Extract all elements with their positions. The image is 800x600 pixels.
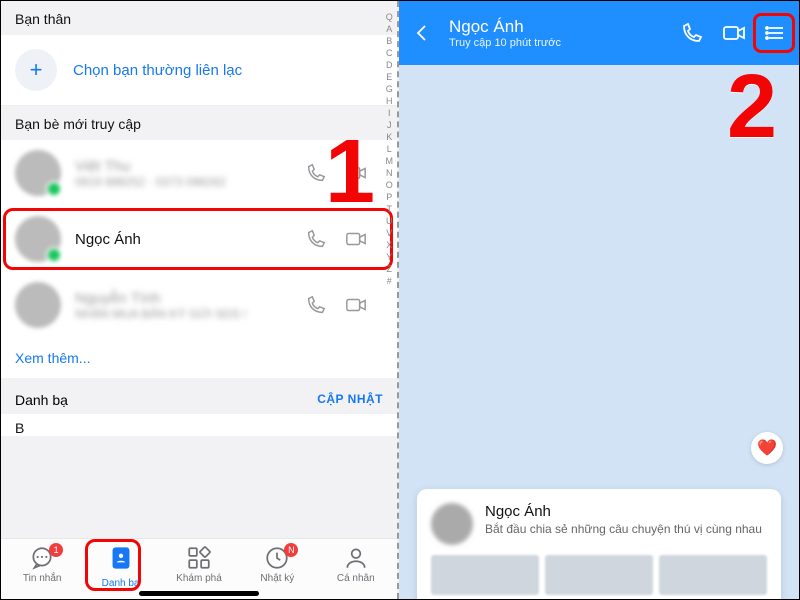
- share-thumb: [431, 555, 539, 595]
- chat-status: Truy cập 10 phút trước: [449, 37, 671, 49]
- contacts-screen: Bạn thân + Chọn bạn thường liên lạc Bạn …: [1, 1, 399, 599]
- chat-body: ❤️ Ngọc Ánh Bắt đầu chia sẻ những câu ch…: [399, 65, 799, 599]
- index-letter[interactable]: Q: [386, 11, 393, 23]
- video-call-button[interactable]: [719, 18, 749, 48]
- index-letter[interactable]: D: [386, 59, 393, 71]
- explore-icon: [186, 545, 212, 571]
- contact-name: Việt Thu: [75, 158, 291, 175]
- tab-label: Cá nhân: [337, 573, 375, 584]
- contact-row[interactable]: Việt Thu 0919 888252 · 0373 098262: [1, 140, 397, 206]
- index-letter[interactable]: X: [386, 239, 392, 251]
- index-letter[interactable]: O: [386, 179, 393, 191]
- avatar: [15, 216, 61, 262]
- share-card-name: Ngọc Ánh: [485, 503, 767, 520]
- tab-label: Danh bạ: [102, 578, 140, 589]
- tab-contacts[interactable]: Danh bạ: [86, 545, 156, 589]
- chat-title: Ngọc Ánh: [449, 17, 671, 37]
- index-letter[interactable]: Z: [387, 263, 393, 275]
- phone-icon[interactable]: [305, 294, 327, 316]
- avatar: [15, 282, 61, 328]
- index-letter[interactable]: K: [386, 131, 392, 143]
- index-letter[interactable]: L: [387, 143, 392, 155]
- contact-sub: 0919 888252 · 0373 098262: [75, 175, 291, 189]
- add-frequent-label: Chọn bạn thường liên lạc: [73, 62, 242, 79]
- video-icon[interactable]: [345, 228, 367, 250]
- index-letter[interactable]: M: [386, 155, 394, 167]
- index-letter[interactable]: P: [386, 191, 392, 203]
- see-more-link[interactable]: Xem thêm...: [1, 338, 397, 378]
- share-card-sub: Bắt đầu chia sẻ những câu chuyện thú vị …: [485, 522, 767, 538]
- contact-sub: NHẬN MUA BẢN KÝ GỬI SDS !: [75, 307, 291, 321]
- index-letter[interactable]: E: [386, 71, 392, 83]
- tab-me[interactable]: Cá nhân: [321, 545, 391, 584]
- voice-call-button[interactable]: [677, 18, 707, 48]
- contact-name: Nguyễn Tính: [75, 290, 291, 307]
- index-letter[interactable]: Y: [386, 251, 392, 263]
- tab-diary[interactable]: N Nhật ký: [242, 545, 312, 584]
- share-thumb: [545, 555, 653, 595]
- alpha-index[interactable]: QABCDEGHIJKLMNOPTUVXYZ#: [386, 11, 394, 287]
- messages-badge: 1: [49, 543, 63, 557]
- plus-icon: +: [15, 49, 57, 91]
- index-letter[interactable]: C: [386, 47, 393, 59]
- back-button[interactable]: [407, 18, 437, 48]
- person-icon: [343, 545, 369, 571]
- chat-screen: Ngọc Ánh Truy cập 10 phút trước ❤️ Ngọc …: [399, 1, 799, 599]
- avatar: [15, 150, 61, 196]
- index-letter[interactable]: H: [386, 95, 393, 107]
- avatar: [431, 503, 473, 545]
- heart-reaction[interactable]: ❤️: [751, 432, 783, 464]
- tab-messages[interactable]: 1 Tin nhắn: [7, 545, 77, 584]
- contacts-icon: [108, 545, 134, 576]
- index-letter[interactable]: I: [388, 107, 391, 119]
- index-letter[interactable]: B: [386, 35, 392, 47]
- index-letter[interactable]: V: [386, 227, 392, 239]
- phone-icon[interactable]: [305, 162, 327, 184]
- all-contacts-label: Danh bạ: [15, 392, 68, 408]
- update-link[interactable]: CẬP NHẬT: [317, 392, 383, 408]
- index-letter[interactable]: G: [386, 83, 393, 95]
- tab-label: Tin nhắn: [23, 573, 62, 584]
- tab-explore[interactable]: Khám phá: [164, 545, 234, 584]
- index-letter[interactable]: N: [386, 167, 393, 179]
- chat-header: Ngọc Ánh Truy cập 10 phút trước: [399, 1, 799, 65]
- menu-button[interactable]: [761, 18, 791, 48]
- diary-badge: N: [284, 543, 298, 557]
- index-letter[interactable]: #: [387, 275, 392, 287]
- section-recent-friends: Bạn bè mới truy cập: [1, 106, 397, 140]
- contact-name: Ngọc Ánh: [75, 231, 291, 248]
- tab-label: Nhật ký: [260, 573, 294, 584]
- index-letter[interactable]: J: [387, 119, 392, 131]
- section-all-contacts: Danh bạ CẬP NHẬT: [1, 378, 397, 414]
- add-frequent-contact-row[interactable]: + Chọn bạn thường liên lạc: [1, 35, 397, 106]
- letter-divider: B: [1, 414, 397, 436]
- phone-icon[interactable]: [305, 228, 327, 250]
- video-icon[interactable]: [345, 162, 367, 184]
- index-letter[interactable]: T: [387, 203, 393, 215]
- section-close-friends: Bạn thân: [1, 1, 397, 35]
- tab-label: Khám phá: [176, 573, 222, 584]
- tab-bar: 1 Tin nhắn Danh bạ Khám phá N Nhật ký Cá…: [1, 538, 397, 599]
- share-card[interactable]: Ngọc Ánh Bắt đầu chia sẻ những câu chuyệ…: [417, 489, 781, 599]
- video-icon[interactable]: [345, 294, 367, 316]
- index-letter[interactable]: A: [386, 23, 392, 35]
- index-letter[interactable]: U: [386, 215, 393, 227]
- contact-row-ngoc-anh[interactable]: Ngọc Ánh: [1, 206, 397, 272]
- share-thumb: [659, 555, 767, 595]
- home-indicator: [139, 591, 259, 596]
- contact-row[interactable]: Nguyễn Tính NHẬN MUA BẢN KÝ GỬI SDS !: [1, 272, 397, 338]
